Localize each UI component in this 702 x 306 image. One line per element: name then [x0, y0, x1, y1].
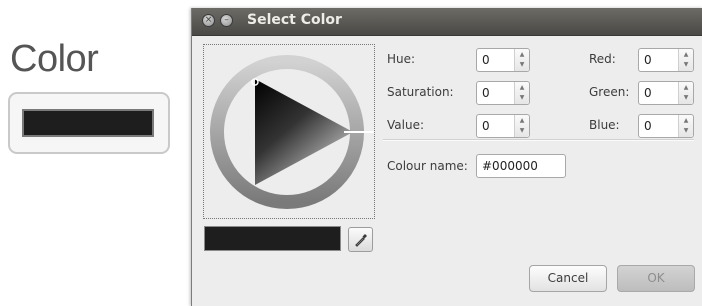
blue-label: Blue:: [589, 118, 620, 132]
red-decrement-icon[interactable]: ▼: [679, 60, 693, 70]
hue-value[interactable]: 0: [482, 53, 490, 67]
value-decrement-icon[interactable]: ▼: [515, 126, 529, 136]
colour-name-value[interactable]: #000000: [482, 159, 538, 173]
blue-spinbox[interactable]: 0 ▲ ▼: [638, 114, 694, 138]
red-label: Red:: [589, 52, 616, 66]
saturation-label: Saturation:: [387, 85, 454, 99]
blue-increment-icon[interactable]: ▲: [679, 116, 693, 126]
saturation-value[interactable]: 0: [482, 86, 490, 100]
color-preview-swatch: [204, 226, 341, 251]
red-spinbox[interactable]: 0 ▲ ▼: [638, 48, 694, 72]
value-spinbox[interactable]: 0 ▲ ▼: [476, 114, 530, 138]
hue-label: Hue:: [387, 52, 416, 66]
fields-separator: [383, 139, 694, 141]
hue-increment-icon[interactable]: ▲: [515, 50, 529, 60]
color-picker-button[interactable]: [8, 92, 170, 154]
saturation-decrement-icon[interactable]: ▼: [515, 93, 529, 103]
saturation-increment-icon[interactable]: ▲: [515, 83, 529, 93]
green-value[interactable]: 0: [644, 86, 652, 100]
value-value[interactable]: 0: [482, 119, 490, 133]
eyedropper-icon: [355, 234, 367, 247]
green-spinbox[interactable]: 0 ▲ ▼: [638, 81, 694, 105]
value-label: Value:: [387, 118, 424, 132]
color-wheel-area: [203, 44, 375, 219]
hue-decrement-icon[interactable]: ▼: [515, 60, 529, 70]
dialog-title: Select Color: [247, 12, 342, 28]
colour-name-input[interactable]: #000000: [476, 154, 566, 178]
colour-name-label: Colour name:: [387, 159, 468, 173]
color-heading: Color: [10, 38, 99, 80]
hue-spinbox[interactable]: 0 ▲ ▼: [476, 48, 530, 72]
value-increment-icon[interactable]: ▲: [515, 116, 529, 126]
cancel-button[interactable]: Cancel: [529, 265, 607, 292]
eyedropper-button[interactable]: [348, 227, 373, 252]
ok-button[interactable]: OK: [617, 265, 695, 292]
blue-decrement-icon[interactable]: ▼: [679, 126, 693, 136]
select-color-dialog: × – Select Color Hue: 0 ▲ ▼ Saturation: …: [191, 8, 702, 306]
close-icon[interactable]: ×: [202, 14, 215, 27]
selected-color-swatch: [22, 109, 154, 137]
green-increment-icon[interactable]: ▲: [679, 83, 693, 93]
minimize-icon[interactable]: –: [220, 14, 233, 27]
dialog-titlebar[interactable]: × – Select Color: [192, 8, 702, 36]
blue-value[interactable]: 0: [644, 119, 652, 133]
saturation-spinbox[interactable]: 0 ▲ ▼: [476, 81, 530, 105]
red-value[interactable]: 0: [644, 53, 652, 67]
red-increment-icon[interactable]: ▲: [679, 50, 693, 60]
green-label: Green:: [589, 85, 630, 99]
green-decrement-icon[interactable]: ▼: [679, 93, 693, 103]
